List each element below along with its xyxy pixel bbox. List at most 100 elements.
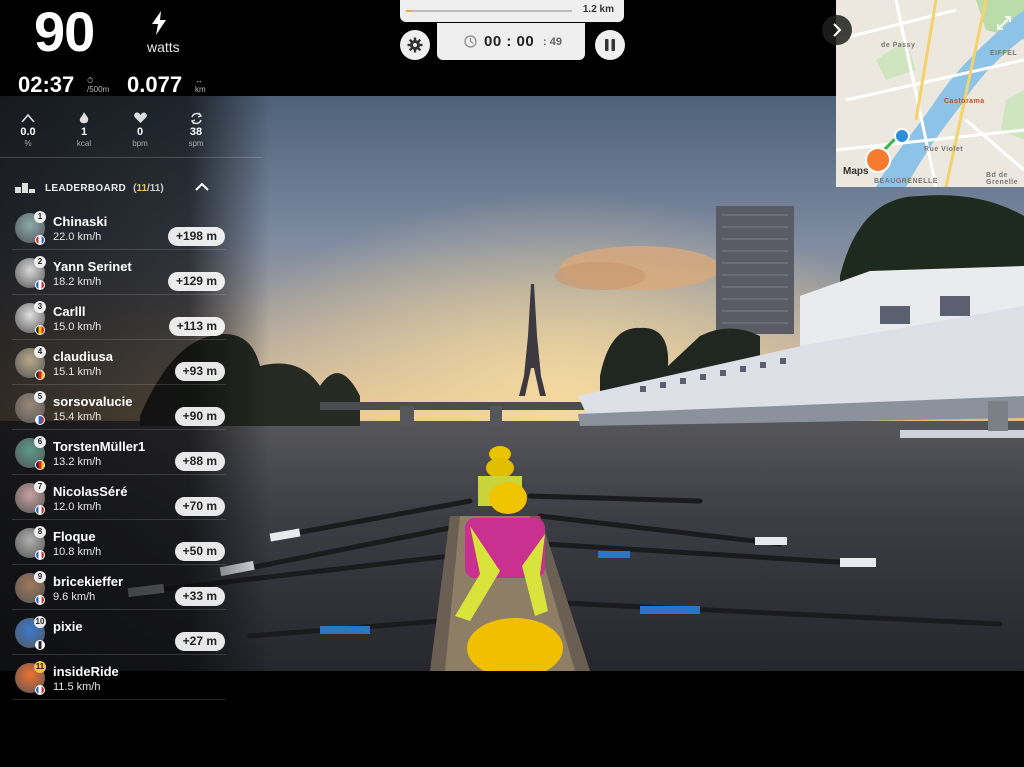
country-flag-icon [35,550,45,560]
leaderboard-title: LEADERBOARD [45,182,127,194]
rower-speed: 10.8 km/h [53,546,102,558]
country-flag-icon [35,325,45,335]
distance-gap-badge: +88 m [174,452,225,471]
timer-seconds-wrap: : 49 [543,36,562,48]
leaderboard-row[interactable]: 7 NicolasSéré 12.0 km/h +70 m [12,475,226,520]
heart-rate-stat: 0 bpm [120,112,160,149]
leaderboard-row[interactable]: 2 Yann Serinet 18.2 km/h +129 m [12,250,226,295]
rank-badge: 2 [34,256,46,268]
leaderboard-row[interactable]: 6 TorstenMüller1 13.2 km/h +88 m [12,430,226,475]
map-label-castorama: Castorama [944,98,985,105]
rower-name: insideRide [53,664,119,679]
heart-rate-unit: bpm [132,139,148,148]
map-brand-label: Maps [843,166,869,177]
incline-stat: 0.0 % [8,112,48,149]
cadence-unit: spm [188,139,204,148]
distance-gap-badge: +50 m [174,542,225,561]
leaderboard-row[interactable]: 1 Chinaski 22.0 km/h +198 m [12,205,226,250]
leaderboard-row[interactable]: 8 Floque 10.8 km/h +50 m [12,520,226,565]
timer-main: 00 : 00 [484,33,535,50]
country-flag-icon [35,505,45,515]
incline-icon [21,113,35,123]
distance-value: 0.077 [127,72,183,97]
map-fullscreen-button[interactable] [993,12,1015,34]
incline-value: 0.0 [20,126,36,138]
country-flag-icon [35,640,45,650]
leaderboard-count: (11/11) [133,182,164,194]
route-progress-fill [406,10,411,12]
map-label-passy: de Passy [881,42,916,49]
rank-badge: 11 [34,661,46,673]
gear-icon [407,37,423,53]
leaderboard-header[interactable]: LEADERBOARD (11/11) [15,180,215,196]
rower-speed: 22.0 km/h [53,231,102,243]
country-flag-icon [35,280,45,290]
timer-seconds: 49 [549,36,562,48]
leaderboard-row[interactable]: 5 sorsovalucie 15.4 km/h +90 m [12,385,226,430]
rower-speed: 15.1 km/h [53,366,102,378]
rank-badge: 1 [34,211,46,223]
leaderboard-count-total: /11 [147,182,161,194]
cadence-stat: 38 spm [176,112,216,149]
leaderboard-row[interactable]: 9 bricekieffer 9.6 km/h +33 m [12,565,226,610]
power-value: 90 [34,0,95,63]
heart-rate-value: 0 [136,126,144,138]
rower-speed: 12.0 km/h [53,501,102,513]
flame-icon [79,112,89,124]
leaderboard-count-current: 11 [136,182,148,194]
distance-unit: ↔ km [195,76,206,94]
map-label-bd-grenelle: Bd de Grenelle [986,172,1019,186]
map-label-beaugrenelle: BEAUGRENELLE [874,178,938,185]
cadence-value: 38 [189,126,203,138]
rower-speed: 18.2 km/h [53,276,102,288]
chevron-right-icon [833,23,842,37]
distance-gap-badge: +90 m [174,407,225,426]
rank-badge: 5 [34,391,46,403]
rower-name: claudiusa [53,349,113,364]
rank-badge: 4 [34,346,46,358]
distance-gap-badge: +113 m [168,317,225,336]
chevron-up-icon[interactable] [193,180,211,194]
timer-hours: 00 [484,33,502,50]
country-flag-icon [35,415,45,425]
leaderboard-row[interactable]: 3 Carlll 15.0 km/h +113 m [12,295,226,340]
elapsed-timer: 00 : 00 : 49 [437,23,585,60]
country-flag-icon [35,235,45,245]
clock-icon [464,35,477,48]
distance-gap-badge: +129 m [167,272,225,291]
split-unit-label: /500m [87,85,110,94]
distance-gap-badge: +198 m [167,227,225,246]
rank-badge: 8 [34,526,46,538]
calories-value: 1 [80,126,88,138]
map-label-rue-violet: Rue Violet [924,146,964,153]
rower-name: Floque [53,529,96,544]
heart-icon [133,112,147,123]
leaderboard-row[interactable]: 4 claudiusa 15.1 km/h +93 m [12,340,226,385]
rower-speed: 15.4 km/h [53,411,102,423]
podium-icon [15,183,37,193]
leaderboard-row[interactable]: 11 insideRide 11.5 km/h [12,655,226,700]
rower-name: TorstenMüller1 [53,439,146,454]
pause-icon [605,39,615,51]
calories-unit: kcal [76,139,92,148]
split-unit: ⏱ /500m [87,76,109,94]
rank-badge: 3 [34,301,46,313]
expand-icon [997,16,1011,30]
rank-badge: 10 [34,616,46,628]
rower-name: bricekieffer [53,574,124,589]
split-time: 02:37 [18,72,75,97]
distance-gap-badge: +93 m [174,362,225,381]
rank-badge: 9 [34,571,46,583]
map-label-eiffel: EIFFEL [990,50,1018,57]
pause-button[interactable] [595,30,625,60]
settings-button[interactable] [400,30,430,60]
country-flag-icon [35,685,45,695]
collapse-map-button[interactable] [822,15,852,45]
country-flag-icon [35,460,45,470]
country-flag-icon [35,595,45,605]
rower-name: NicolasSéré [53,484,128,499]
rower-name: pixie [53,619,83,634]
rower-speed: 15.0 km/h [53,321,102,333]
leaderboard-row[interactable]: 10 pixie +27 m [12,610,226,655]
distance-gap-badge: +70 m [174,497,225,516]
